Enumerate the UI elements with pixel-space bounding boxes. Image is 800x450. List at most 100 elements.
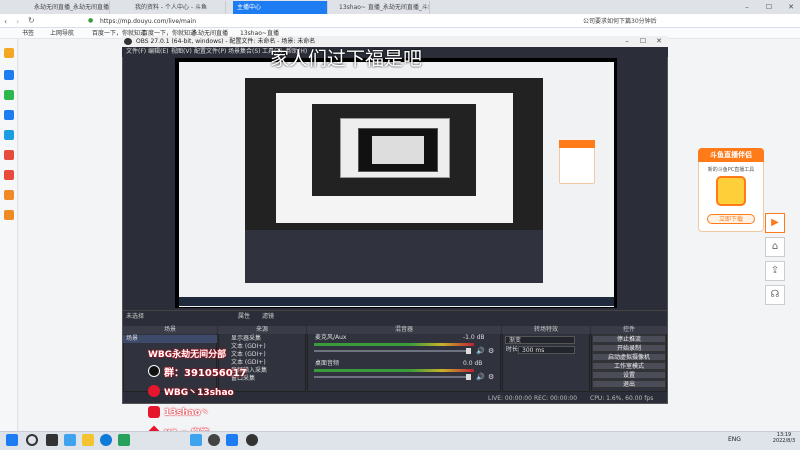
back-icon[interactable]: ‹ <box>4 17 7 26</box>
menu-view[interactable]: 视图(V) <box>171 48 192 56</box>
exit-button[interactable]: 退出 <box>592 380 666 388</box>
widgets-icon[interactable] <box>64 434 76 446</box>
app-icon[interactable] <box>246 434 258 446</box>
favorites-icon[interactable] <box>4 48 14 58</box>
source-item[interactable]: 显示器采集 <box>228 335 298 343</box>
preview-taskbar <box>179 297 614 306</box>
volume-slider[interactable] <box>314 350 469 352</box>
start-recording-button[interactable]: 开始录制 <box>592 344 666 352</box>
mixer-track-name: 桌面音频 <box>315 360 340 367</box>
share-icon[interactable]: ⇪ <box>765 261 785 281</box>
minimize-icon[interactable]: – <box>740 1 754 13</box>
home-icon[interactable]: ⌂ <box>765 237 785 257</box>
source-item[interactable]: 文本 (GDI+) <box>228 343 298 351</box>
transitions-header: 转场特效 <box>502 326 590 334</box>
headset-icon[interactable]: ☊ <box>765 285 785 305</box>
audio-meter <box>314 369 474 372</box>
cpu-fps: CPU: 1.6%, 60.00 fps <box>590 395 654 402</box>
mixer-track-db: -1.0 dB <box>463 334 485 341</box>
volume-slider-handle[interactable] <box>466 348 471 354</box>
settings-button[interactable]: 设置 <box>592 371 666 379</box>
studio-mode-button[interactable]: 工作室模式 <box>592 362 666 370</box>
app-icon[interactable] <box>4 130 14 140</box>
app-icon[interactable] <box>4 90 14 100</box>
duration-input[interactable]: 300 ms <box>518 346 575 354</box>
audio-meter <box>314 343 474 346</box>
search-hint[interactable]: 公司要求如何下篇30分钟后 <box>583 17 673 26</box>
volume-slider[interactable] <box>314 376 469 378</box>
obs-minimize-icon[interactable]: – <box>620 36 634 47</box>
qq-icon <box>148 365 160 377</box>
scene-item[interactable]: 场景 <box>123 335 217 343</box>
menu-file[interactable]: 文件(F) <box>126 48 146 56</box>
overlay-wbg: WBG永劫无间分部 <box>148 350 227 360</box>
obs-maximize-icon[interactable]: ☐ <box>636 36 650 47</box>
search-icon[interactable] <box>26 434 38 446</box>
promo-title: 斗鱼直播伴侣 <box>698 148 764 162</box>
overlay-qq: 群：391056017 <box>164 368 247 379</box>
store-icon[interactable] <box>118 434 130 446</box>
maximize-icon[interactable]: ☐ <box>762 1 776 13</box>
clock[interactable]: 13:19 2022/8/3 <box>770 432 798 444</box>
weibo-icon <box>148 385 160 397</box>
mixer-track-db: 0.0 dB <box>463 360 483 367</box>
speaker-icon[interactable]: 🔊 <box>476 373 485 381</box>
lock-icon: ● <box>88 17 94 24</box>
sources-header: 来源 <box>218 326 306 334</box>
browser-icon[interactable] <box>190 434 202 446</box>
obs-close-icon[interactable]: ✕ <box>652 36 666 47</box>
app-icon[interactable] <box>4 190 14 200</box>
live-timer: LIVE: 00:00:00 <box>488 395 532 402</box>
overlay-weibo: WBG丶13shao <box>164 388 234 398</box>
promo-download-button[interactable]: 立即下载 <box>707 214 755 224</box>
app-icon[interactable] <box>4 150 14 160</box>
rec-timer: REC: 00:00:00 <box>534 395 578 402</box>
close-icon[interactable]: ✕ <box>784 1 798 13</box>
menu-scene-collection[interactable]: 场景集合(S) <box>228 48 261 56</box>
menu-profile[interactable]: 配置文件(P) <box>194 48 226 56</box>
transition-select[interactable]: 渐变 <box>505 336 575 344</box>
clock-date: 2022/8/3 <box>772 438 796 444</box>
app-icon[interactable] <box>4 110 14 120</box>
gear-icon[interactable]: ⚙ <box>488 347 494 355</box>
app-icon[interactable] <box>4 210 14 220</box>
file-explorer-icon[interactable] <box>82 434 94 446</box>
stop-streaming-button[interactable]: 停止推流 <box>592 335 666 343</box>
app-icon[interactable] <box>226 434 238 446</box>
task-view-icon[interactable] <box>46 434 58 446</box>
forward-icon[interactable]: › <box>16 17 19 26</box>
source-status-strip <box>123 310 667 320</box>
app-icon[interactable] <box>4 70 14 80</box>
scenes-header: 场景 <box>123 326 217 334</box>
browser-tab[interactable]: 永劫无间直播_永劫无间直播解说视频 <box>30 1 110 14</box>
douyu-icon <box>148 406 160 418</box>
play-icon[interactable]: ▶ <box>765 213 785 233</box>
language-indicator[interactable]: ENG <box>728 436 741 443</box>
refresh-icon[interactable]: ↻ <box>28 16 35 25</box>
url-input[interactable]: https://mp.douyu.com/live/main <box>100 17 570 26</box>
preview-obs-docks <box>245 230 543 283</box>
app-icon[interactable] <box>4 170 14 180</box>
browser-tab-active[interactable]: 主播中心 <box>233 1 328 14</box>
virtual-camera-button[interactable]: 启动虚拟摄像机 <box>592 353 666 361</box>
browser-tab[interactable]: 13shao~ 直播_永劫无间直播_斗鱼直 <box>335 1 430 14</box>
gear-icon[interactable]: ⚙ <box>488 373 494 381</box>
menu-edit[interactable]: 编辑(E) <box>148 48 168 56</box>
start-icon[interactable] <box>6 434 18 446</box>
obs-logo-icon <box>124 38 132 45</box>
source-item[interactable]: 文本 (GDI+) <box>228 351 298 359</box>
overlay-name: 13shao丶 <box>164 408 210 418</box>
bookmark-item[interactable]: 书签 <box>22 29 34 38</box>
obs-icon[interactable] <box>208 434 220 446</box>
selection-label: 未选择 <box>126 313 145 320</box>
volume-slider-handle[interactable] <box>466 374 471 380</box>
preview-capture-nested <box>372 136 424 164</box>
properties-button[interactable]: 属性 <box>238 311 250 320</box>
browser-tab[interactable]: 我的资料 - 个人中心 - 斗鱼 <box>131 1 226 14</box>
page-overlay-text: 家人们过下福是吧 <box>270 48 423 70</box>
edge-icon[interactable] <box>100 434 112 446</box>
filters-button[interactable]: 滤镜 <box>262 311 274 320</box>
mixer-track-name: 麦克风/Aux <box>315 334 347 341</box>
bookmark-item[interactable]: 上网导航 <box>50 29 74 38</box>
speaker-icon[interactable]: 🔊 <box>476 347 485 355</box>
